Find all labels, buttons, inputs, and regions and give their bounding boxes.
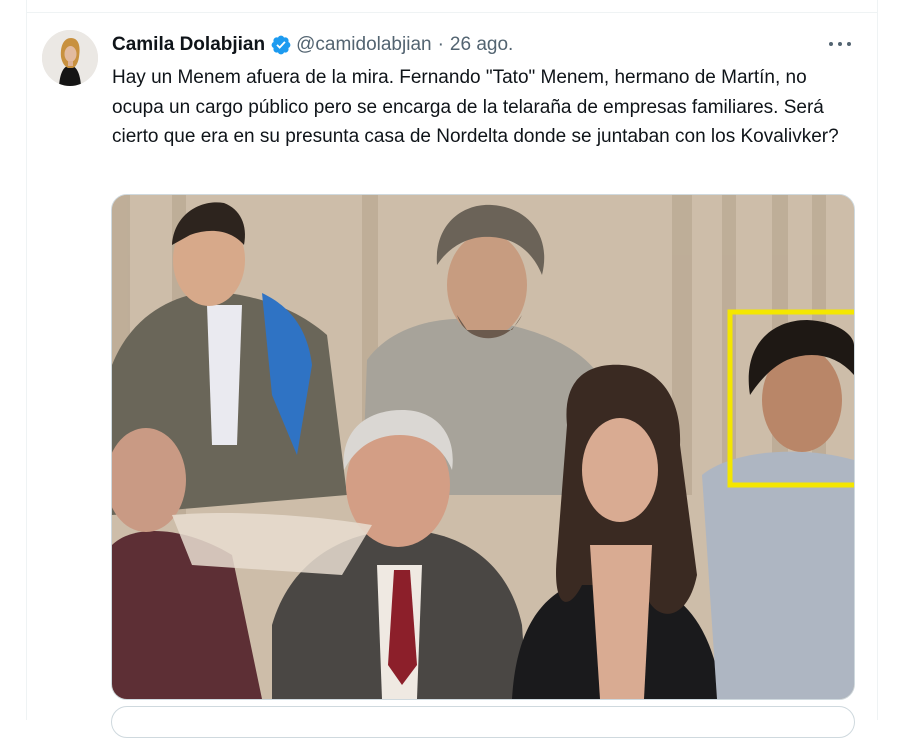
author-name[interactable]: Camila Dolabjian xyxy=(112,34,265,56)
tweet-divider xyxy=(26,12,878,13)
group-photo xyxy=(112,195,854,699)
tweet-date[interactable]: 26 ago. xyxy=(450,34,513,56)
timeline-border-right xyxy=(877,0,878,720)
header-separator: · xyxy=(437,34,444,55)
quoted-content-card[interactable] xyxy=(111,706,855,738)
tweet-header: Camila Dolabjian @camidolabjian · 26 ago… xyxy=(112,32,513,58)
author-handle[interactable]: @camidolabjian xyxy=(296,34,431,56)
tweet-text: Hay un Menem afuera de la mira. Fernando… xyxy=(112,67,839,147)
avatar-photo xyxy=(42,30,98,86)
more-options-icon[interactable] xyxy=(826,34,854,54)
timeline-border-left xyxy=(26,0,27,720)
verified-badge-icon xyxy=(271,35,291,55)
tweet-photo[interactable] xyxy=(111,194,855,700)
author-avatar[interactable] xyxy=(42,30,98,86)
